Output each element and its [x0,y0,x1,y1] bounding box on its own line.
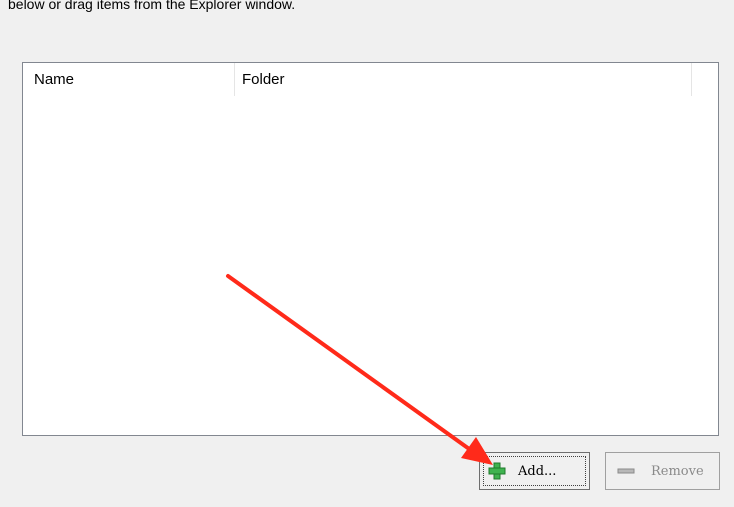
add-button[interactable]: Add... [479,452,590,490]
remove-button-label: Remove [651,463,704,479]
plus-icon [488,462,506,480]
list-body[interactable] [23,96,718,435]
minus-icon [617,462,635,480]
list-header: Name Folder [23,63,718,96]
column-header-name[interactable]: Name [23,63,235,96]
column-header-folder[interactable]: Folder [235,63,692,96]
items-list-view[interactable]: Name Folder [22,62,719,436]
add-button-label: Add... [518,463,557,479]
instruction-text: below or drag items from the Explorer wi… [8,0,296,12]
remove-button[interactable]: Remove [605,452,720,490]
